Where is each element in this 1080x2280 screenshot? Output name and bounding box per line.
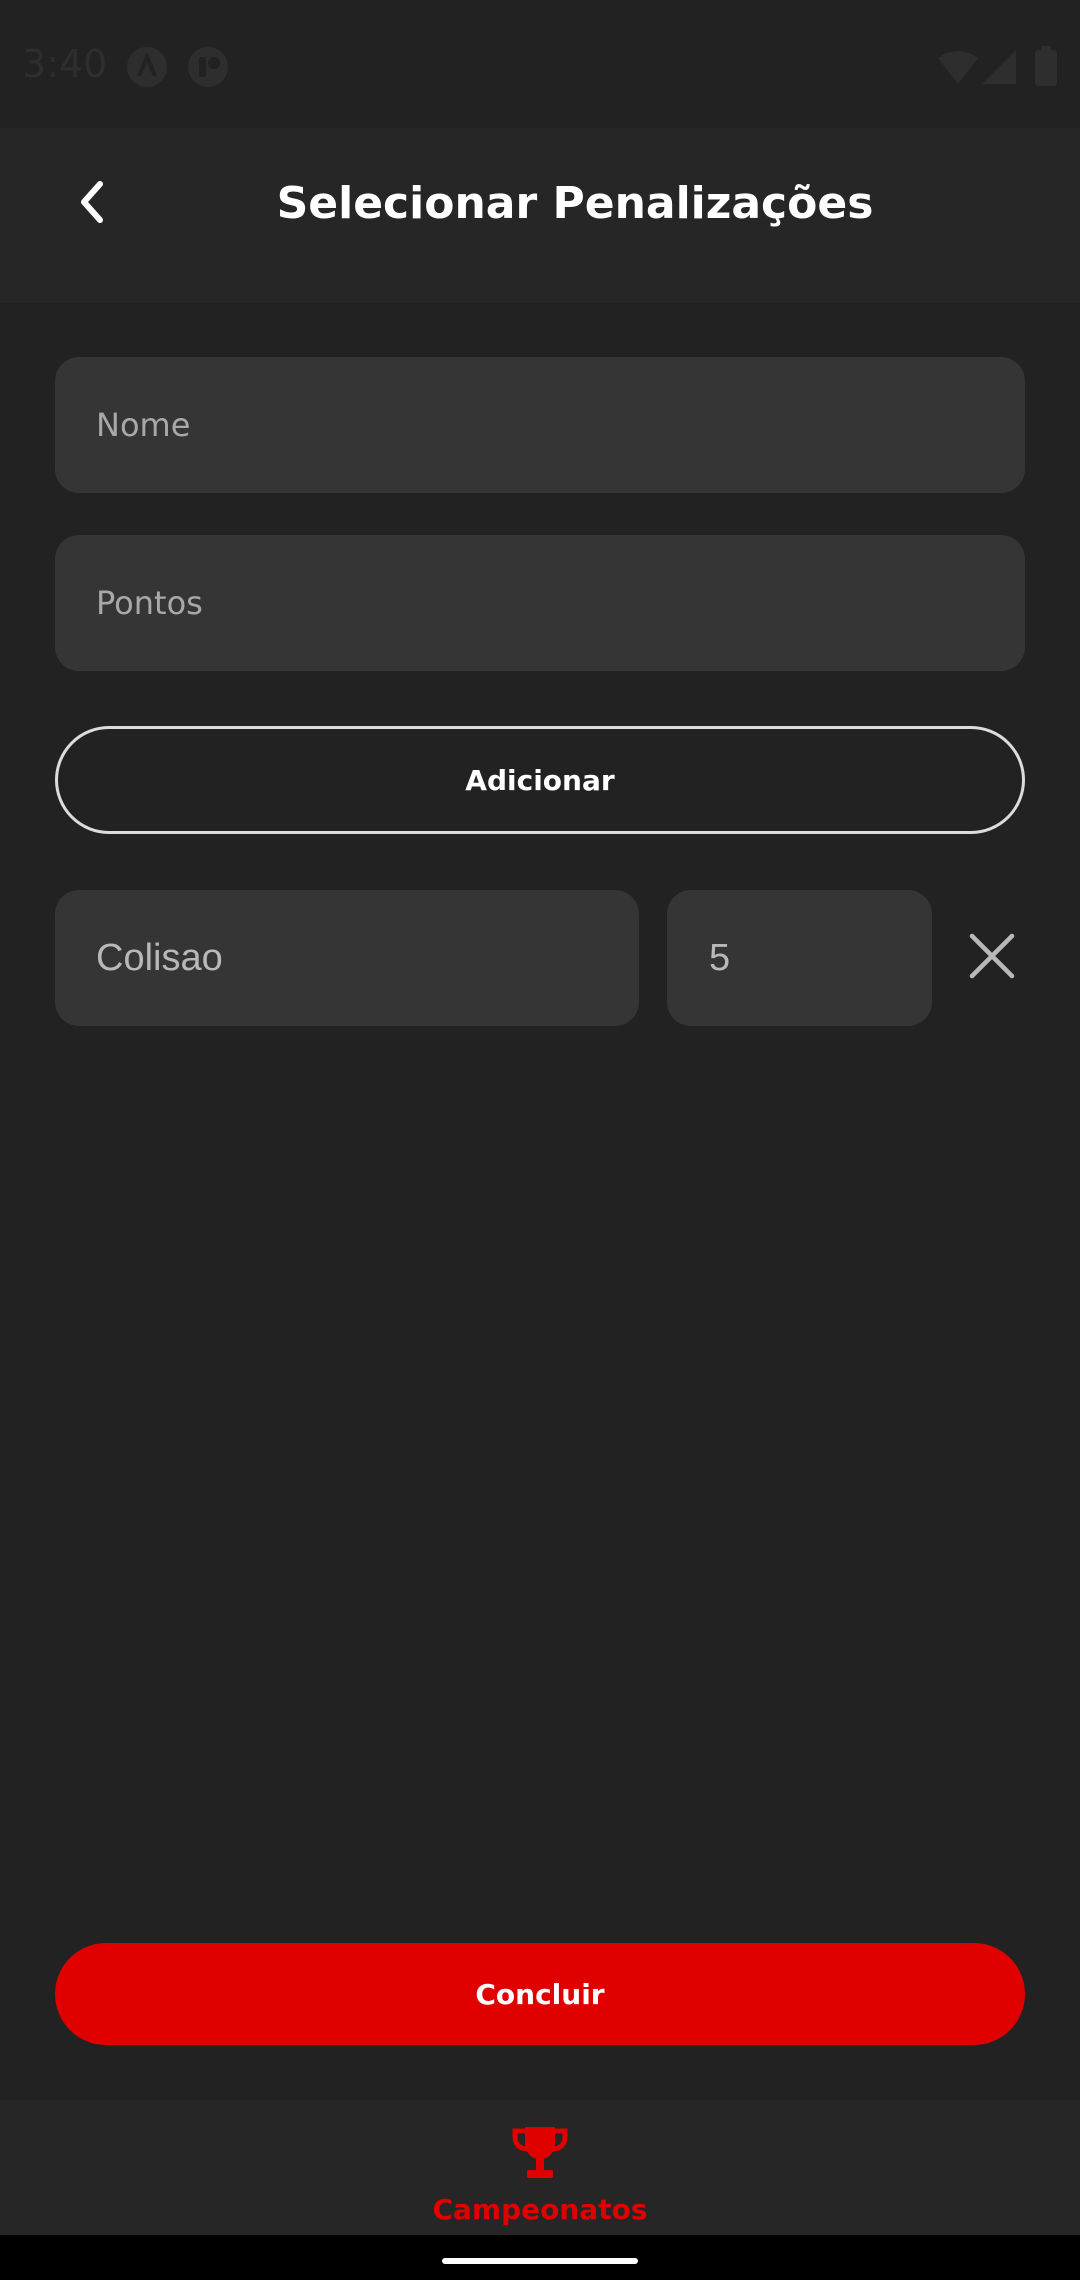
page-title: Selecionar Penalizações (276, 178, 874, 229)
add-button[interactable]: Adicionar (55, 726, 1025, 834)
points-input[interactable] (55, 535, 1025, 671)
remove-penalty-button[interactable] (962, 928, 1022, 988)
nav-label-campeonatos: Campeonatos (432, 2193, 648, 2226)
done-button[interactable]: Concluir (55, 1943, 1025, 2045)
notification-a-icon (126, 46, 168, 92)
battery-icon (1035, 46, 1057, 90)
notification-app-icon (187, 46, 229, 92)
back-button[interactable] (52, 164, 132, 244)
points-field[interactable] (55, 535, 1025, 671)
penalty-points-field[interactable] (667, 890, 932, 1026)
penalty-name-field[interactable] (55, 890, 639, 1026)
name-input[interactable] (55, 357, 1025, 493)
trophy-icon (511, 2125, 569, 2185)
nav-item-campeonatos[interactable]: Campeonatos (390, 2125, 690, 2235)
home-gesture-bar[interactable] (442, 2258, 638, 2264)
penalty-points-input[interactable] (667, 890, 932, 1026)
penalty-name-input[interactable] (55, 890, 639, 1026)
close-icon (969, 933, 1015, 983)
status-bar: 3:40 (0, 0, 1080, 128)
chevron-left-icon (72, 178, 112, 230)
wifi-icon (938, 50, 978, 88)
status-time: 3:40 (22, 42, 108, 86)
signal-icon (982, 50, 1016, 88)
name-field[interactable] (55, 357, 1025, 493)
